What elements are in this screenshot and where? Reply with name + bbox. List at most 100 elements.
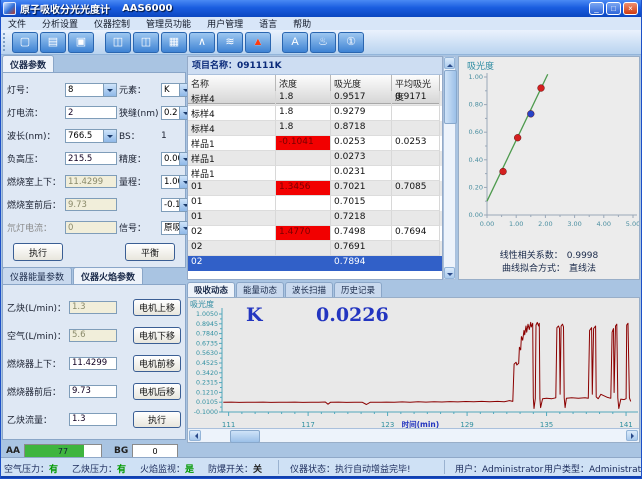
dropdown-arrow-icon[interactable] [103,130,116,142]
maximize-button[interactable]: □ [606,2,621,15]
toolbar-grip[interactable] [3,33,8,51]
table-row[interactable]: 010.7218 [188,211,442,226]
new-file-button[interactable]: ▢ [12,32,38,53]
menu-analysis-settings[interactable]: 分析设置 [34,16,86,31]
close-icon: × [628,4,633,13]
tab-instrument-params[interactable]: 仪器参数 [2,55,54,72]
tab-wavelength-scan[interactable]: 波长扫描 [285,282,333,297]
table-row[interactable]: 021.47700.74980.7694 [188,226,442,241]
results-panel: 项目名称：091111K 名称 浓度 吸光度 平均吸光度 标样41.80.951… [187,56,443,280]
tab-energy-dynamics[interactable]: 能量动态 [236,282,284,297]
neg-hv-input[interactable] [65,152,117,165]
combo-value: 0.0000 [162,153,179,165]
motor-up-button[interactable]: 电机上移 [133,299,181,316]
svg-text:0.6735: 0.6735 [196,340,218,347]
table-row[interactable]: 样品10.0273 [188,151,442,166]
svg-text:0.40: 0.40 [469,156,483,164]
user-type-value: Administrator [589,465,642,475]
scroll-left-button[interactable] [189,430,201,441]
table-row[interactable]: 标样41.80.95170.9171 [188,91,442,106]
menu-user-management[interactable]: 用户管理 [199,16,251,31]
motor-back-button[interactable]: 电机后移 [133,383,181,400]
c2h2-flow-label: 乙炔(L/min)： [7,301,69,314]
d2-current-label: 氘灯电流： [7,221,63,234]
minimize-button[interactable]: _ [589,2,604,15]
execute-button[interactable]: 执行 [13,243,63,261]
tab-absorbance-dynamics[interactable]: 吸收动态 [187,282,235,297]
table-row[interactable]: 标样41.80.8718 [188,121,442,136]
project-title: 项目名称：091111K [188,57,442,75]
svg-text:0.1210: 0.1210 [196,389,218,396]
menu-help[interactable]: 帮助 [285,16,319,31]
status-air-pressure: 空气压力：有 [4,462,58,475]
cell-name: 标样4 [188,106,276,121]
menu-language[interactable]: 语言 [251,16,285,31]
cell-avg [392,151,440,166]
hscroll-thumb[interactable] [230,430,260,443]
vscroll-thumb[interactable] [444,70,457,124]
burner-vertical-label: 燃烧器上下： [7,357,69,370]
titlebar: 原子吸收分光光度计 AAS6000 _ □ × [0,0,642,17]
tab-history[interactable]: 历史记录 [334,282,382,297]
svg-text:1.00: 1.00 [509,220,523,228]
flame-settings-button[interactable]: ♨ [310,32,336,53]
table-row[interactable]: 011.34560.70210.7085 [188,181,442,196]
peak-scan-button[interactable]: ∧ [189,32,215,53]
cell-avg [392,121,440,136]
cell-conc [276,196,331,211]
table-row[interactable]: 020.7691 [188,241,442,256]
lamp-select-button[interactable]: ◫ [105,32,131,53]
instrument-status-value: 执行自动增益完毕! [335,465,411,475]
menu-admin-functions[interactable]: 管理员功能 [138,16,199,31]
table-row-selected[interactable]: 020.7894 [188,256,442,271]
c2h2-setflow-input[interactable] [69,413,117,426]
tab-flame-params[interactable]: 仪器火焰参数 [73,267,143,284]
table-row[interactable]: 样品10.0231 [188,166,442,181]
cell-name: 样品1 [188,151,276,166]
scroll-right-button[interactable] [626,430,638,441]
scroll-up-icon [447,61,453,67]
table-row[interactable]: 样品1-0.10410.02530.0253 [188,136,442,151]
table-row[interactable]: 010.7015 [188,196,442,211]
ignite-flame-button[interactable]: ▲ [245,32,271,53]
balance-button[interactable]: 平衡 [125,243,175,261]
scroll-down-button[interactable] [444,267,455,279]
power-button[interactable]: ① [338,32,364,53]
svg-text:4.00: 4.00 [597,220,611,228]
aa-energy-value: 77 [25,445,101,458]
lamp-number-combo[interactable]: 8 [65,83,117,97]
close-button[interactable]: × [623,2,638,15]
autozero-button[interactable]: A [282,32,308,53]
dropdown-arrow-icon[interactable] [103,84,116,96]
burner-vertical-input[interactable] [69,357,117,370]
motor-forward-button[interactable]: 电机前移 [133,355,181,372]
menu-instrument-control[interactable]: 仪器控制 [86,16,138,31]
wavelength-button[interactable]: ▦ [161,32,187,53]
window-title: 原子吸收分光光度计 [20,1,110,16]
tab-energy-params[interactable]: 仪器能量参数 [2,267,72,284]
menu-file[interactable]: 文件 [0,16,34,31]
cell-avg [392,256,440,271]
status-flame-monitor: 火焰监视：是 [140,462,194,475]
wavelength-combo[interactable]: 766.5 [65,129,117,143]
corr-coef-value: 0.9998 [567,251,599,261]
save-button[interactable]: ▣ [68,32,94,53]
cell-abs: 0.7894 [331,256,392,271]
chart-hscrollbar[interactable] [188,428,639,442]
burner-align-button[interactable]: ≋ [217,32,243,53]
open-file-button[interactable]: ▤ [40,32,66,53]
cell-name: 02 [188,241,276,256]
cell-conc [276,256,331,271]
combo-value: 8 [66,84,103,96]
svg-text:2.00: 2.00 [538,220,552,228]
motor-down-button[interactable]: 电机下移 [133,327,181,344]
app-window: 原子吸收分光光度计 AAS6000 _ □ × 文件 分析设置 仪器控制 管理员… [0,0,642,479]
scroll-up-button[interactable] [444,57,455,69]
lamp-energy-button[interactable]: ◫ [133,32,159,53]
table-vscrollbar[interactable] [443,56,456,280]
flame-execute-button[interactable]: 执行 [133,411,181,428]
lamp-current-input[interactable] [65,106,117,119]
table-row[interactable]: 标样41.80.9279 [188,106,442,121]
burner-horizontal-input[interactable] [69,385,117,398]
cell-abs: 0.7015 [331,196,392,211]
